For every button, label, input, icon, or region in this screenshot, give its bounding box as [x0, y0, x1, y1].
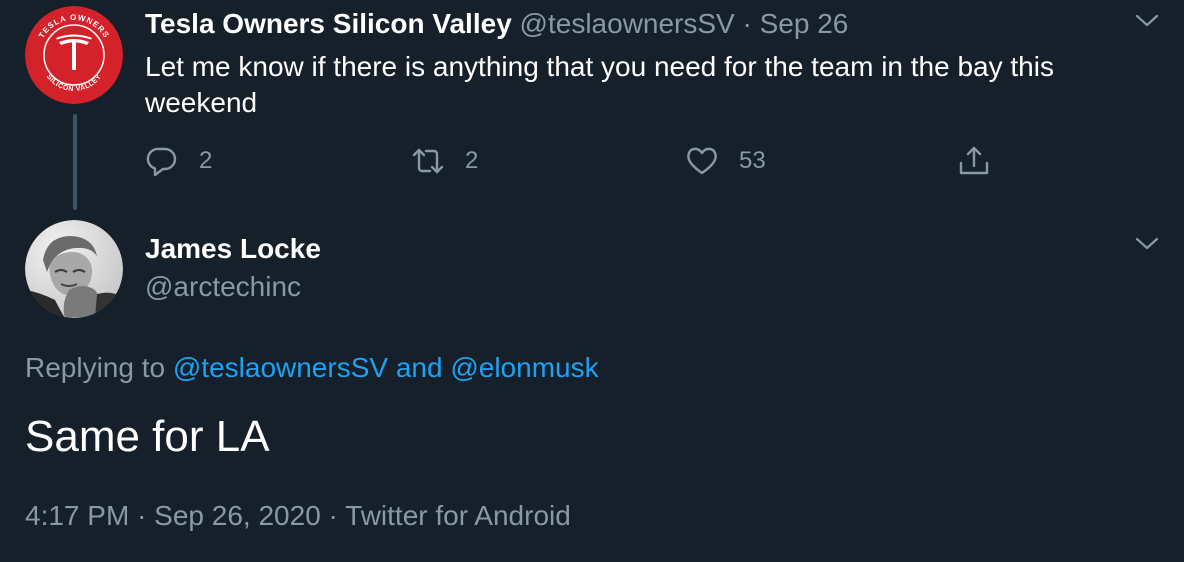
- like-button[interactable]: 53: [685, 142, 766, 180]
- reply-count: 2: [199, 147, 213, 174]
- tweet-source[interactable]: Twitter for Android: [345, 500, 571, 531]
- mention-link[interactable]: @elonmusk: [450, 352, 598, 383]
- like-icon: [687, 147, 717, 175]
- retweet-icon: [412, 148, 444, 174]
- reply-button[interactable]: 2: [145, 142, 212, 180]
- replying-and[interactable]: and: [396, 352, 443, 383]
- tweet-header: Tesla Owners Silicon Valley @teslaowners…: [145, 7, 848, 41]
- dot-separator: ·: [328, 500, 338, 531]
- replying-prefix: Replying to: [25, 352, 166, 383]
- tweet-meta: 4:17 PM · Sep 26, 2020 · Twitter for And…: [25, 498, 571, 534]
- replying-to: Replying to @teslaownersSV and @elonmusk: [25, 350, 599, 386]
- like-count: 53: [739, 147, 766, 174]
- mention-link[interactable]: @teslaownersSV: [173, 352, 388, 383]
- reply-icon: [146, 147, 177, 177]
- retweet-button[interactable]: 2: [411, 142, 478, 180]
- author-handle[interactable]: @teslaownersSV: [520, 8, 735, 39]
- chevron-down-icon[interactable]: [1134, 8, 1160, 34]
- tweet-date[interactable]: Sep 26: [760, 8, 849, 39]
- tweet-text: Let me know if there is anything that yo…: [145, 51, 1054, 118]
- share-button[interactable]: [957, 142, 991, 180]
- tweet-time[interactable]: 4:17 PM: [25, 500, 129, 531]
- thread-line: [73, 114, 77, 210]
- author-name[interactable]: James Locke: [145, 232, 321, 266]
- tweet-full-date[interactable]: Sep 26, 2020: [154, 500, 321, 531]
- chevron-down-icon[interactable]: [1134, 231, 1160, 257]
- avatar[interactable]: TESLA OWNERS SILICON VALLEY: [25, 6, 123, 104]
- dot-separator: ·: [137, 500, 147, 531]
- author-handle[interactable]: @arctechinc: [145, 270, 301, 304]
- tweet-text: Same for LA: [25, 412, 270, 461]
- author-name[interactable]: Tesla Owners Silicon Valley: [145, 8, 512, 39]
- avatar[interactable]: [25, 220, 123, 318]
- tesla-owners-logo: TESLA OWNERS SILICON VALLEY: [25, 6, 123, 104]
- retweet-count: 2: [465, 147, 479, 174]
- profile-photo: [25, 220, 123, 318]
- share-icon: [959, 146, 989, 175]
- dot-separator: ·: [742, 8, 752, 39]
